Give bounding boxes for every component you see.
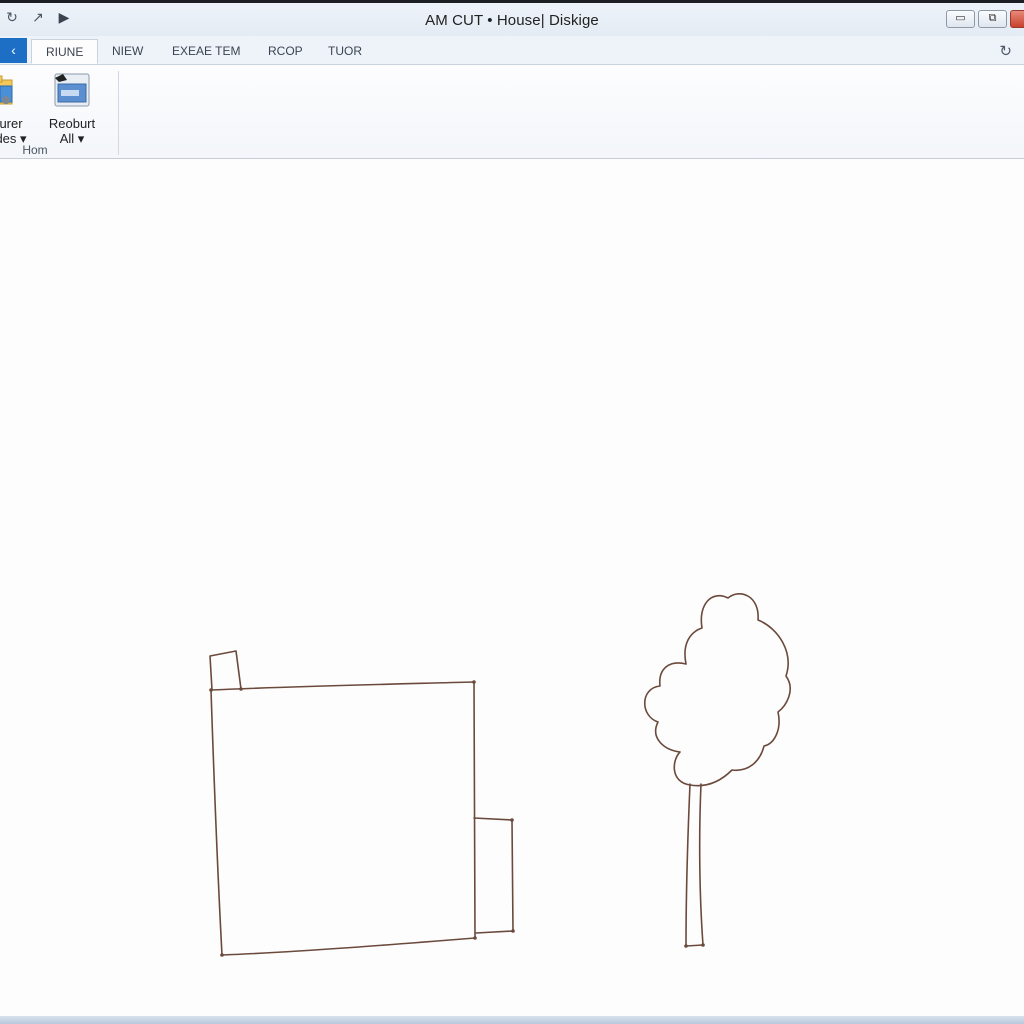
restore-button[interactable]: ⧉ [978, 10, 1007, 28]
tab-tuor[interactable]: TUOR [314, 39, 376, 64]
ribbon-group-divider [118, 71, 119, 155]
drawing-layer [209, 593, 791, 957]
vertex-dot [511, 929, 515, 933]
ribbon-button-label: urer [0, 116, 23, 131]
tab-niew[interactable]: NIEW [98, 39, 157, 64]
ribbon-button-label: Reoburt [48, 116, 96, 131]
house-annex [473, 817, 514, 934]
window-controls: ▭ ⧉ [946, 10, 1024, 28]
ribbon-panel: urer des ▾ Reoburt All ▾ Hom [0, 65, 1024, 159]
window-title: AM CUT • House| Diskige [425, 12, 599, 29]
close-button[interactable] [1010, 10, 1024, 28]
ribbon-group-label: Hom [22, 143, 48, 157]
file-tab[interactable]: ‹ [0, 38, 27, 63]
ribbon-tabs: ‹ RIUNE NIEW EXEAE TEM RCOP TUOR ↻ [0, 36, 1024, 65]
tree-trunk [685, 783, 704, 947]
minimize-button[interactable]: ▭ [946, 10, 975, 28]
vertex-dot [220, 953, 224, 957]
vertex-dot [684, 944, 688, 948]
app-window: ↻ ↗ ▶ AM CUT • House| Diskige ▭ ⧉ ‹ RIUN… [0, 0, 1024, 1024]
ribbon-button-reoburt-all[interactable]: Reoburt All ▾ [46, 70, 98, 147]
tab-rcop[interactable]: RCOP [254, 39, 317, 64]
ribbon-button-urer[interactable]: urer des ▾ [0, 70, 28, 147]
house-body [210, 681, 476, 956]
vertex-dot [473, 936, 477, 940]
vertex-dot [239, 687, 243, 691]
tab-riune[interactable]: RIUNE [31, 39, 99, 64]
vertex-dot [510, 818, 514, 822]
vertex-dot [209, 688, 213, 692]
house-chimney [209, 650, 242, 691]
drawing-canvas[interactable] [0, 159, 1024, 1016]
vertex-dot [701, 943, 705, 947]
refresh-icon[interactable]: ↻ [999, 42, 1012, 60]
status-bar [0, 1016, 1024, 1024]
tree-canopy [644, 593, 791, 787]
image-editor-icon [54, 73, 90, 107]
title-bar: ↻ ↗ ▶ AM CUT • House| Diskige ▭ ⧉ [0, 3, 1024, 36]
folder-icon [0, 75, 13, 105]
vertex-dot [472, 680, 476, 684]
tab-exeae-tem[interactable]: EXEAE TEM [158, 39, 254, 64]
